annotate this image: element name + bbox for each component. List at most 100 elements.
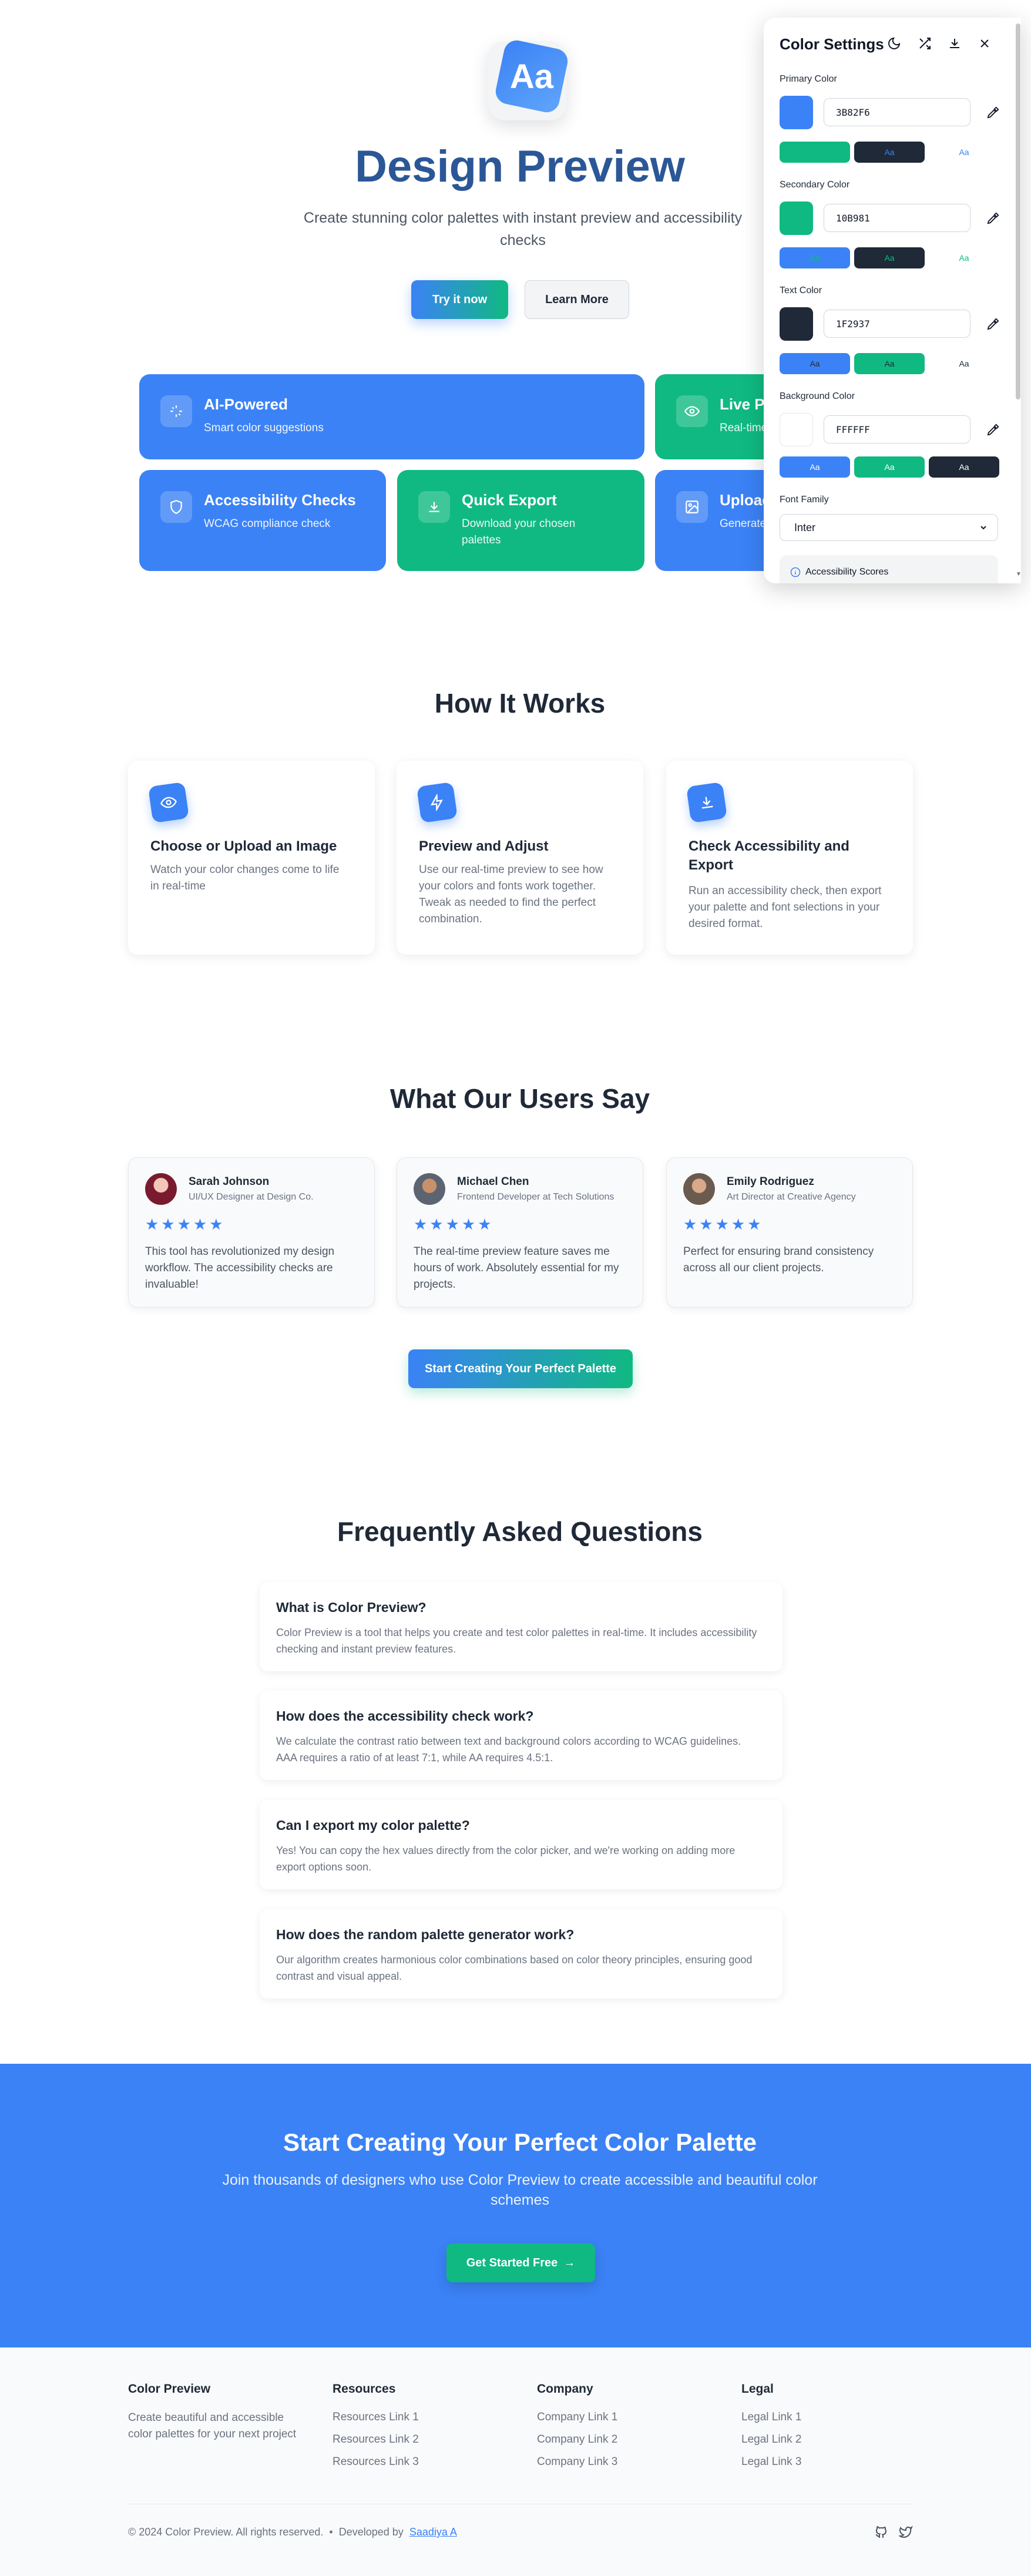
faq-answer: Yes! You can copy the hex values directl…	[276, 1845, 736, 1873]
twitter-icon[interactable]	[898, 2525, 913, 2539]
get-started-button[interactable]: Get Started Free →	[446, 2243, 595, 2282]
feature-desc: Smart color suggestions	[204, 422, 324, 434]
text-swatch[interactable]	[780, 307, 813, 341]
shield-icon	[160, 491, 192, 523]
background-swatch[interactable]	[780, 413, 813, 446]
eyedropper-icon[interactable]	[987, 317, 1000, 333]
feature-title: AI-Powered	[204, 395, 288, 413]
step-desc: Watch your color changes come to life in…	[150, 864, 340, 892]
testimonial-quote: Perfect for ensuring brand consistency a…	[683, 1245, 874, 1274]
footer-col-title: Resources	[333, 2382, 396, 2396]
eyedropper-icon[interactable]	[987, 211, 1000, 227]
hero-subtitle: Create stunning color palettes with inst…	[303, 210, 743, 248]
developer-link[interactable]: Saadiya A	[409, 2526, 457, 2538]
faq-question: How does the random palette generator wo…	[276, 1927, 575, 1942]
avatar	[145, 1173, 177, 1205]
background-preview-text: Aa	[929, 456, 999, 478]
step-card: Check Accessibility and Export Run an ac…	[666, 761, 913, 955]
moon-icon[interactable]	[887, 36, 902, 52]
logo-text: Aa	[509, 57, 554, 96]
step-title: Check Accessibility and Export	[689, 838, 849, 873]
testimonial-name: Sarah Johnson	[189, 1176, 270, 1188]
testimonial-quote: This tool has revolutionized my design w…	[145, 1245, 335, 1291]
faq-item[interactable]: How does the random palette generator wo…	[260, 1909, 783, 1999]
secondary-hex-input[interactable]: 10B981	[824, 204, 970, 232]
primary-preview-text: Aa	[854, 142, 925, 163]
step-card: Choose or Upload an Image Watch your col…	[128, 761, 375, 955]
scroll-down-icon[interactable]: ▼	[1016, 571, 1022, 577]
footer-link[interactable]: Resources Link 1	[333, 2411, 419, 2424]
step-card: Preview and Adjust Use our real-time pre…	[397, 761, 643, 955]
faq-answer: We calculate the contrast ratio between …	[276, 1735, 741, 1764]
eye-icon	[147, 781, 190, 824]
cta-subtitle: Join thousands of designers who use Colo…	[222, 2172, 818, 2208]
font-family-label: Font Family	[780, 495, 829, 505]
download-icon	[418, 491, 450, 523]
secondary-preview-bg: Aa	[929, 247, 999, 268]
github-icon[interactable]	[874, 2525, 888, 2539]
start-creating-button[interactable]: Start Creating Your Perfect Palette	[408, 1349, 633, 1388]
testimonial-card: Emily Rodriguez Art Director at Creative…	[666, 1157, 913, 1308]
font-family-select[interactable]: Inter	[780, 514, 998, 541]
faq-item[interactable]: Can I export my color palette? Yes! You …	[260, 1800, 783, 1889]
learn-more-button[interactable]: Learn More	[525, 280, 629, 319]
chevron-down-icon	[979, 523, 988, 535]
sparkles-icon	[160, 395, 192, 427]
footer-brand-desc: Create beautiful and accessible color pa…	[128, 2412, 297, 2440]
secondary-preview-primary: Aa	[780, 247, 850, 268]
footer-link[interactable]: Company Link 2	[537, 2433, 617, 2446]
footer-brand: Color Preview	[128, 2382, 211, 2396]
step-title: Choose or Upload an Image	[150, 838, 337, 854]
close-icon[interactable]	[978, 36, 993, 52]
feature-card-export: Quick Export Download your chosen palett…	[397, 470, 644, 571]
primary-hex-input[interactable]: 3B82F6	[824, 98, 970, 126]
faq-item[interactable]: What is Color Preview? Color Preview is …	[260, 1582, 783, 1671]
eyedropper-icon[interactable]	[987, 106, 1000, 122]
testimonial-card: Sarah Johnson UI/UX Designer at Design C…	[128, 1157, 375, 1308]
accessibility-scores[interactable]: Accessibility Scores	[780, 555, 998, 583]
testimonials-title: What Our Users Say	[389, 1083, 650, 1114]
download-icon[interactable]	[948, 36, 963, 52]
testimonial-quote: The real-time preview feature saves me h…	[414, 1245, 619, 1291]
feature-card-accessibility: Accessibility Checks WCAG compliance che…	[139, 470, 386, 571]
footer-col-title: Legal	[741, 2382, 774, 2396]
step-desc: Use our real-time preview to see how you…	[419, 864, 603, 925]
secondary-swatch[interactable]	[780, 201, 813, 235]
background-preview-primary: Aa	[780, 456, 850, 478]
eyedropper-icon[interactable]	[987, 423, 1000, 439]
eye-icon	[676, 395, 708, 427]
faq-answer: Color Preview is a tool that helps you c…	[276, 1627, 757, 1655]
testimonial-name: Emily Rodriguez	[727, 1176, 814, 1188]
primary-preview-secondary: Aa	[780, 142, 850, 163]
accessibility-scores-label: Accessibility Scores	[805, 567, 889, 577]
primary-swatch[interactable]	[780, 96, 813, 129]
step-desc: Run an accessibility check, then export …	[689, 885, 882, 930]
text-preview-primary: Aa	[780, 353, 850, 374]
shuffle-icon[interactable]	[918, 36, 933, 52]
footer-link[interactable]: Company Link 3	[537, 2456, 617, 2468]
footer-link[interactable]: Resources Link 2	[333, 2433, 419, 2446]
avatar	[414, 1173, 445, 1205]
font-family-value: Inter	[794, 522, 816, 533]
footer-link[interactable]: Legal Link 3	[741, 2456, 801, 2468]
footer-link[interactable]: Resources Link 3	[333, 2456, 419, 2468]
panel-title: Color Settings	[780, 35, 884, 53]
background-hex-input[interactable]: FFFFFF	[824, 415, 970, 444]
footer-link[interactable]: Legal Link 1	[741, 2411, 801, 2424]
panel-scrollbar[interactable]	[1016, 23, 1020, 399]
text-hex-input[interactable]: 1F2937	[824, 310, 970, 338]
testimonial-card: Michael Chen Frontend Developer at Tech …	[397, 1157, 643, 1308]
text-color-label: Text Color	[780, 286, 822, 295]
text-preview-secondary: Aa	[854, 353, 925, 374]
background-color-label: Background Color	[780, 391, 855, 401]
try-it-now-button[interactable]: Try it now	[411, 280, 508, 319]
developed-by-label: Developed by	[338, 2526, 404, 2538]
footer-link[interactable]: Legal Link 2	[741, 2433, 801, 2446]
image-icon	[676, 491, 708, 523]
bolt-icon	[416, 781, 458, 824]
testimonial-role: Art Director at Creative Agency	[727, 1192, 856, 1202]
faq-item[interactable]: How does the accessibility check work? W…	[260, 1691, 783, 1780]
footer-link[interactable]: Company Link 1	[537, 2411, 617, 2424]
text-preview-bg: Aa	[929, 353, 999, 374]
faq-title: Frequently Asked Questions	[337, 1516, 703, 1547]
